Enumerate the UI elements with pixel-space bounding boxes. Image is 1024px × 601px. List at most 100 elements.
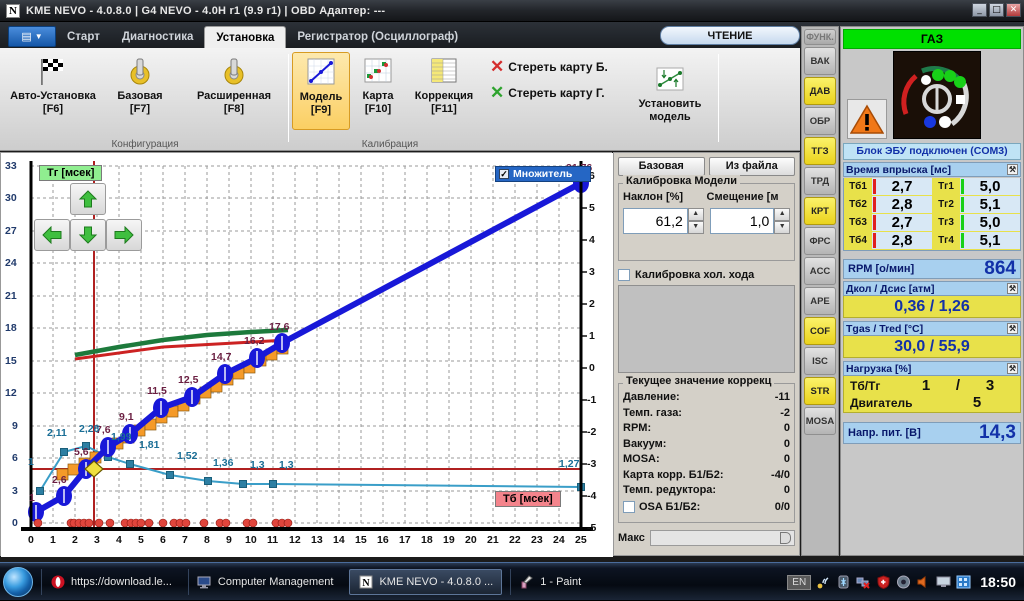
security-shield-icon[interactable] bbox=[876, 575, 891, 590]
arrow-up-icon bbox=[78, 190, 98, 208]
ecu-status-bar: Блок ЭБУ подключен (COM3) bbox=[843, 143, 1021, 160]
start-button[interactable] bbox=[3, 566, 33, 597]
checkered-flag-icon bbox=[5, 54, 101, 88]
from-file-button[interactable]: Из файла bbox=[708, 157, 795, 176]
multiplier-legend-label: Множитель bbox=[513, 168, 573, 180]
y-axis-right-tick: -5 bbox=[587, 522, 597, 534]
audio-device-icon[interactable] bbox=[896, 575, 911, 589]
slope-stepper-down[interactable]: ▼ bbox=[687, 221, 704, 234]
taskbar-item-computer-management[interactable]: Computer Management bbox=[187, 568, 342, 595]
pin-icon[interactable]: ⚒ bbox=[1007, 283, 1018, 294]
func-button-obr[interactable]: ОБР bbox=[804, 107, 836, 135]
idle-calibration-checkbox[interactable]: Калибровка хол. хода bbox=[618, 269, 795, 281]
y-axis-right-tick: 2 bbox=[589, 298, 595, 310]
pin-icon[interactable]: ⚒ bbox=[1007, 363, 1018, 374]
x-axis-tick: 24 bbox=[553, 534, 565, 546]
func-button-frs[interactable]: ФРС bbox=[804, 227, 836, 255]
erase-map-g-action[interactable]: ✕ Стереть карту Г. bbox=[490, 83, 605, 102]
offset-stepper[interactable]: ▲ ▼ bbox=[774, 208, 790, 234]
action-center-icon[interactable] bbox=[956, 575, 971, 589]
correction-row: Давление: -11 bbox=[623, 390, 790, 406]
tab-installation[interactable]: Установка bbox=[204, 26, 287, 49]
taskbar-item-kme-nevo[interactable]: N KME NEVO - 4.0.8.0 ... bbox=[349, 568, 503, 595]
display-icon[interactable] bbox=[936, 575, 951, 589]
network-icon[interactable] bbox=[816, 575, 831, 589]
ribbon-advanced-button[interactable]: Расширенная [F8] bbox=[182, 52, 286, 130]
base-button[interactable]: Базовая bbox=[618, 157, 705, 176]
multiplier-point-label: 1,3 bbox=[279, 459, 294, 471]
slope-stepper[interactable]: ▲ ▼ bbox=[687, 208, 704, 234]
chart-pan-right-button[interactable] bbox=[106, 219, 142, 251]
func-button-tgz[interactable]: ТГЗ bbox=[804, 137, 836, 165]
arrow-left-icon bbox=[42, 226, 62, 244]
close-button[interactable]: ✕ bbox=[1006, 3, 1021, 17]
erase-map-b-action[interactable]: ✕ Стереть карту Б. bbox=[490, 58, 608, 75]
ribbon-auto-setup-button[interactable]: Авто-Установка [F6] bbox=[5, 52, 101, 130]
inj-g-value: 5,1 bbox=[960, 196, 1020, 213]
voltage-row: Напр. пит. [B] 14,3 bbox=[843, 422, 1021, 444]
max-slider-thumb[interactable] bbox=[780, 532, 791, 544]
func-button-dav[interactable]: ДАВ bbox=[804, 77, 836, 105]
osa-value: 0/0 bbox=[774, 500, 790, 513]
y-axis-left-tick: 0 bbox=[12, 517, 18, 529]
ribbon-group-separator bbox=[288, 54, 289, 142]
func-button-acc[interactable]: ACC bbox=[804, 257, 836, 285]
func-button-mosa[interactable]: MOSA bbox=[804, 407, 836, 435]
read-button[interactable]: ЧТЕНИЕ bbox=[660, 26, 800, 45]
close-icon: ✕ bbox=[490, 83, 505, 102]
injection-header-label: Время впрыска [мс] bbox=[846, 163, 951, 176]
checkbox-checked-icon: ✓ bbox=[499, 169, 509, 179]
taskbar-item-paint[interactable]: 1 - Paint bbox=[510, 568, 589, 595]
chart-pan-up-button[interactable] bbox=[70, 183, 106, 215]
ribbon-apply-model-button[interactable]: Установить модель bbox=[622, 60, 718, 130]
func-button-str[interactable]: STR bbox=[804, 377, 836, 405]
language-indicator[interactable]: EN bbox=[787, 574, 812, 590]
minimize-button[interactable]: _ bbox=[972, 3, 987, 17]
ribbon-basic-button[interactable]: Базовая [F7] bbox=[100, 52, 180, 130]
network-disconnected-icon[interactable] bbox=[856, 575, 871, 589]
tab-recorder[interactable]: Регистратор (Осциллограф) bbox=[286, 26, 469, 48]
osa-checkbox-icon[interactable] bbox=[623, 501, 635, 514]
slope-stepper-up[interactable]: ▲ bbox=[687, 208, 704, 221]
func-button-isc[interactable]: ISC bbox=[804, 347, 836, 375]
taskbar-item-browser[interactable]: https://download.le... bbox=[41, 568, 180, 595]
taskbar-item-label: 1 - Paint bbox=[540, 575, 582, 588]
ribbon-map-button[interactable]: Карта [F10] bbox=[352, 52, 404, 130]
ribbon-model-button[interactable]: Модель [F9] bbox=[292, 52, 350, 130]
taskbar-clock[interactable]: 18:50 bbox=[980, 574, 1016, 590]
pin-icon[interactable]: ⚒ bbox=[1007, 323, 1018, 334]
offset-stepper-down[interactable]: ▼ bbox=[774, 221, 790, 234]
application-menu-button[interactable]: ▤ ▼ bbox=[8, 26, 56, 47]
volume-icon[interactable] bbox=[916, 575, 931, 589]
tab-diagnostics[interactable]: Диагностика bbox=[111, 26, 205, 48]
y-axis-right-tick: -2 bbox=[587, 426, 597, 438]
model-chart-panel[interactable]: 33 30 27 24 21 18 15 12 9 6 3 0 6 5 4 3 … bbox=[0, 152, 613, 557]
monitor-icon bbox=[197, 574, 212, 589]
func-button-trd[interactable]: ТРД bbox=[804, 167, 836, 195]
func-button-krt[interactable]: КРТ bbox=[804, 197, 836, 225]
multiplier-legend-checkbox[interactable]: ✓ Множитель bbox=[495, 166, 591, 182]
inj-g-value: 5,1 bbox=[960, 232, 1020, 249]
maximize-button[interactable]: □ bbox=[989, 3, 1004, 17]
max-slider[interactable] bbox=[649, 530, 795, 546]
ribbon-correction-button[interactable]: Коррекция [F11] bbox=[404, 52, 484, 130]
x-axis-tick: 8 bbox=[204, 534, 210, 546]
func-button-vak[interactable]: ВАК bbox=[804, 47, 836, 75]
offset-stepper-up[interactable]: ▲ bbox=[774, 208, 790, 221]
x-axis-tick: 17 bbox=[399, 534, 411, 546]
slope-input[interactable]: 61,2 bbox=[623, 208, 688, 234]
offset-input[interactable]: 1,0 bbox=[709, 208, 775, 234]
func-button-ape[interactable]: APE bbox=[804, 287, 836, 315]
x-axis-tick: 0 bbox=[28, 534, 34, 546]
x-axis-tick: 18 bbox=[421, 534, 433, 546]
x-axis-tick: 21 bbox=[487, 534, 499, 546]
inj-g-value: 5,0 bbox=[960, 214, 1020, 231]
func-button-cof[interactable]: COF bbox=[804, 317, 836, 345]
bluetooth-icon[interactable] bbox=[836, 575, 851, 589]
chart-pan-left-button[interactable] bbox=[34, 219, 70, 251]
injection-row: Тб3 2,7 Тг3 5,0 bbox=[844, 214, 1020, 231]
chart-pan-down-button[interactable] bbox=[70, 219, 106, 251]
pin-icon[interactable]: ⚒ bbox=[1007, 164, 1018, 175]
injection-row: Тб1 2,7 Тг1 5,0 bbox=[844, 178, 1020, 195]
tab-start[interactable]: Старт bbox=[56, 26, 111, 48]
